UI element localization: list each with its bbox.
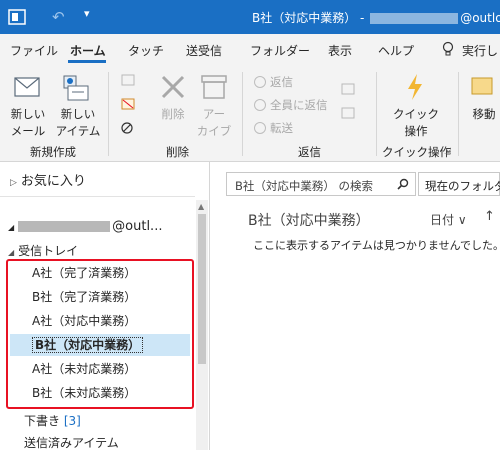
reply-all-icon (254, 99, 266, 111)
tab-file[interactable]: ファイル (10, 42, 58, 59)
highlight-box (6, 259, 194, 409)
folder-scrollbar[interactable]: ▲ (196, 200, 208, 450)
account-node[interactable]: ◢ @outl... (8, 219, 162, 234)
drafts-folder[interactable]: 下書き [3] (24, 412, 81, 429)
title-bar: ↶ ▾ B社（対応中業務） - @outlook. (0, 0, 500, 34)
tab-send-receive[interactable]: 送受信 (186, 42, 222, 59)
drafts-label: 下書き (24, 414, 61, 428)
forward-icon (254, 122, 266, 134)
archive-button[interactable]: アー カイブ (194, 106, 234, 140)
app-menu-icon[interactable] (6, 6, 28, 28)
forward-button[interactable]: 転送 (254, 120, 293, 136)
reply-all-button[interactable]: 全員に返信 (254, 97, 328, 113)
inbox-folder[interactable]: ◢ 受信トレイ (8, 242, 78, 259)
delete-icon (161, 75, 185, 99)
ribbon-separator (458, 72, 459, 156)
empty-message: ここに表示するアイテムは見つかりませんでした。 (253, 239, 500, 252)
reply-icon (254, 76, 266, 88)
scroll-up-icon[interactable]: ▲ (198, 202, 204, 211)
search-scope-dropdown[interactable]: 現在のフォルダー (418, 172, 500, 196)
new-mail-button[interactable]: 新しい メール (6, 106, 50, 140)
lightbulb-icon (442, 41, 454, 56)
tab-view[interactable]: 表示 (328, 42, 352, 59)
dialog-launcher-icon[interactable]: ⇲ (444, 147, 452, 157)
folder-title: B社（対応中業務） (248, 213, 370, 229)
redacted-account (370, 13, 459, 24)
group-label-quick-steps: クイック操作 (382, 145, 451, 159)
collapse-icon[interactable]: ◢ (8, 223, 14, 232)
ribbon-tabs: ファイル ホーム タッチ 送受信 フォルダー 表示 ヘルプ 実行し (0, 34, 500, 64)
window-title-suffix: @outlook. (460, 11, 500, 25)
tab-folder[interactable]: フォルダー (250, 42, 310, 59)
favorites-label: お気に入り (20, 174, 86, 189)
ribbon-separator (108, 72, 109, 156)
lightning-icon (408, 74, 422, 100)
tab-touch[interactable]: タッチ (128, 42, 164, 59)
forward-label: 転送 (270, 121, 293, 135)
undo-icon[interactable]: ↶ (52, 8, 65, 26)
window-title-prefix: B社（対応中業務） - (252, 11, 369, 25)
inbox-label: 受信トレイ (18, 244, 79, 258)
drafts-count: [3] (63, 414, 81, 428)
reply-button[interactable]: 返信 (254, 74, 293, 90)
folder-pane: ▷ お気に入り ◢ @outl... ◢ 受信トレイ A社（完了済業務） B社（完了済… (0, 162, 210, 450)
cleanup-icon[interactable] (120, 96, 142, 112)
ribbon-separator (376, 72, 377, 156)
window-title: B社（対応中業務） - @outlook. (252, 9, 500, 26)
redacted-account (18, 221, 111, 232)
tab-home[interactable]: ホーム (70, 42, 106, 59)
new-mail-icon (14, 77, 40, 97)
expand-icon[interactable]: ▷ (10, 178, 17, 188)
sort-direction-icon[interactable]: ↑ (484, 209, 495, 224)
more-respond-icon[interactable] (340, 106, 356, 120)
search-scope-label: 現在のフォルダー (425, 179, 500, 193)
quick-steps-button[interactable]: クイック 操作 (390, 106, 442, 140)
sort-dropdown[interactable]: 日付 ∨ (430, 211, 467, 228)
collapse-icon[interactable]: ◢ (8, 248, 14, 257)
archive-icon (201, 75, 227, 99)
ribbon: 新しい メール 新しい アイテム 新規作成 削除 アー カイブ 削除 返信 全員… (0, 64, 500, 162)
favorites-node[interactable]: ▷ お気に入り (10, 170, 86, 189)
tab-help[interactable]: ヘルプ (378, 42, 414, 59)
reply-all-label: 全員に返信 (270, 98, 328, 112)
move-button[interactable]: 移動 (468, 106, 500, 123)
reply-label: 返信 (270, 75, 293, 89)
new-items-icon (63, 75, 89, 101)
ribbon-separator (242, 72, 243, 156)
ignore-icon[interactable] (120, 72, 138, 88)
divider (0, 196, 195, 197)
junk-icon[interactable] (120, 120, 142, 136)
delete-button[interactable]: 削除 (156, 106, 190, 123)
group-label-delete: 削除 (166, 145, 189, 159)
new-items-button[interactable]: 新しい アイテム (52, 106, 104, 140)
tab-tell-me[interactable]: 実行し (462, 42, 498, 59)
search-placeholder: B社（対応中業務） の検索 (235, 179, 374, 193)
meeting-reply-icon[interactable] (340, 82, 356, 96)
account-label: @outl... (112, 219, 163, 234)
search-input[interactable]: B社（対応中業務） の検索 (226, 172, 416, 196)
search-icon[interactable] (397, 178, 409, 190)
active-tab-indicator (68, 60, 106, 63)
group-label-new: 新規作成 (30, 145, 76, 159)
scrollbar-thumb[interactable] (198, 214, 206, 364)
quick-access-dropdown-icon[interactable]: ▾ (84, 7, 90, 20)
sent-folder[interactable]: 送信済みアイテム (24, 434, 119, 451)
group-label-respond: 返信 (298, 145, 321, 159)
move-icon (471, 77, 493, 95)
